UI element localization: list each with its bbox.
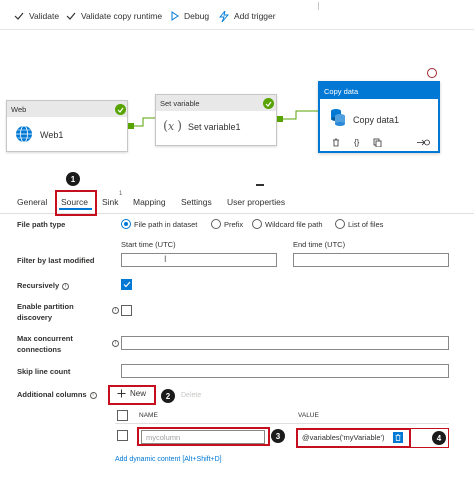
info-icon[interactable]: i [62,282,70,290]
additional-columns-text: Additional columns [17,390,87,399]
table-divider [115,423,449,424]
radio-label: File path in dataset [134,219,198,229]
clone-icon[interactable] [373,138,382,147]
radio-label: Wildcard file path [265,219,323,229]
set-variable-activity-type: Set variable [156,95,276,111]
tab-user-properties[interactable]: User properties [227,197,285,207]
highlight-column-value [296,428,411,448]
skip-line-count-input[interactable] [121,364,449,378]
start-time-label: Start time (UTC) [121,240,176,249]
web-activity-type: Web [7,101,127,117]
success-check-icon [115,104,126,115]
info-icon[interactable]: i [89,391,97,399]
end-time-input[interactable] [293,253,449,267]
end-time-label: End time (UTC) [293,240,346,249]
validate-label: Validate [29,11,60,21]
add-trigger-button[interactable]: Add trigger [219,9,276,23]
web-activity-name: Web1 [40,130,64,140]
validate-button[interactable]: Validate [14,9,59,23]
failure-connector[interactable] [427,68,437,78]
value-column-header: VALUE [298,412,319,419]
step-marker-2: 2 [161,389,175,403]
max-concurrent-label: Max concurrent [17,334,73,343]
tab-general[interactable]: General [17,197,47,207]
tab-settings[interactable]: Settings [181,197,212,207]
connections-label: connections [17,345,62,354]
copy-data-activity[interactable]: Copy data Copy data1 {} [318,81,440,153]
discovery-label: discovery [17,313,53,322]
toolbar-divider [318,2,319,10]
info-icon[interactable]: i [112,307,119,314]
radio-prefix[interactable]: Prefix [211,219,243,229]
value-field-outline [411,428,449,448]
copy-activity-actions: {} [332,138,382,147]
tab-sink[interactable]: Sink [102,197,119,207]
text-cursor-icon: I [164,254,167,264]
filter-last-modified-label: Filter by last modified [17,256,95,265]
copy-activity-type: Copy data [320,83,438,99]
globe-icon [16,125,32,143]
info-icon[interactable]: i [112,340,119,347]
partition-discovery-checkbox[interactable] [121,305,132,316]
check-icon [66,12,76,20]
code-braces-icon[interactable]: {} [354,138,359,147]
step-marker-1: 1 [66,172,80,186]
select-all-checkbox[interactable] [117,410,128,421]
toolbar: Validate Validate copy runtime Debug Add… [0,0,474,30]
validate-copy-runtime-button[interactable]: Validate copy runtime [66,9,162,23]
set-variable-activity[interactable]: Set variable ( x ) Set variable1 [155,94,277,146]
recursively-label: Recursively i [17,281,70,290]
radio-indicator [252,219,262,229]
copy-database-icon [331,109,345,126]
check-icon [14,12,24,20]
highlight-new-button [108,385,156,405]
enable-partition-label: Enable partition [17,302,74,311]
web-activity[interactable]: Web Web1 [6,100,128,152]
recursively-text: Recursively [17,281,60,290]
set-variable-activity-name: Set variable1 [188,122,241,132]
debug-label: Debug [184,11,210,21]
debug-button[interactable]: Debug [171,9,209,23]
svg-text:x: x [168,120,175,133]
add-dynamic-content-link[interactable]: Add dynamic content [Alt+Shift+D] [115,456,222,463]
radio-wildcard-file-path[interactable]: Wildcard file path [252,219,323,229]
sink-error-count: 1 [119,191,123,197]
name-column-header: NAME [139,412,158,419]
arrow-connector [133,117,155,127]
checkmark-icon [123,281,130,288]
tab-mapping[interactable]: Mapping [133,197,166,207]
copy-activity-name: Copy data1 [353,115,400,125]
radio-label: List of files [348,219,384,229]
delete-column-button[interactable]: Delete [181,392,201,399]
highlight-source-tab [55,190,97,216]
radio-selected-indicator [121,219,131,229]
add-trigger-label: Add trigger [234,11,276,21]
variable-icon: ( x ) [163,119,182,134]
step-marker-3: 3 [271,429,285,443]
svg-text:): ) [177,119,182,134]
validate-copy-runtime-label: Validate copy runtime [81,11,163,21]
trash-icon[interactable] [332,138,340,147]
row-checkbox[interactable] [117,430,128,441]
radio-file-path-in-dataset[interactable]: File path in dataset [121,219,197,229]
radio-indicator [211,219,221,229]
add-output-arrow-icon[interactable] [416,138,430,147]
file-path-type-label: File path type [17,220,66,229]
arrow-connector [282,110,318,120]
start-time-input[interactable]: I [121,253,277,267]
skip-line-count-label: Skip line count [17,367,71,376]
radio-list-of-files[interactable]: List of files [335,219,383,229]
play-icon [171,11,179,21]
success-check-icon [263,98,274,109]
highlight-column-name [137,427,270,446]
radio-indicator [335,219,345,229]
recursively-checkbox[interactable] [121,279,132,290]
max-concurrent-connections-input[interactable] [121,336,449,350]
radio-label: Prefix [224,219,244,229]
additional-columns-label: Additional columns i [17,390,97,399]
lightning-icon [219,10,229,22]
